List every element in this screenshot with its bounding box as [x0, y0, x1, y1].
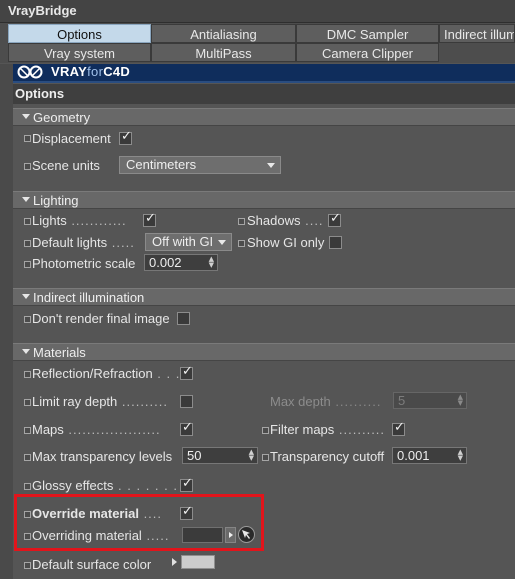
shadows-checkbox[interactable]	[328, 211, 341, 227]
window-titlebar: VrayBridge	[0, 0, 515, 23]
photometric-scale-value: 0.002	[149, 255, 182, 270]
scene-units-label: Scene units	[32, 158, 100, 173]
max-depth-label: Max depth ..........	[270, 394, 382, 409]
param-bullet-icon	[24, 218, 31, 225]
param-bullet-icon	[262, 427, 269, 434]
tab-vray-system[interactable]: Vray system	[8, 43, 151, 62]
transparency-cutoff-value: 0.001	[397, 448, 430, 463]
param-bullet-icon	[24, 135, 31, 142]
indirect-header-label: Indirect illumination	[33, 290, 145, 305]
tab-bar: Options Antialiasing DMC Sampler Indirec…	[0, 23, 515, 63]
param-bullet-icon	[262, 454, 269, 461]
vray-logo-icon	[17, 65, 43, 79]
tab-multipass[interactable]: MultiPass	[151, 43, 296, 62]
geometry-group-header[interactable]: Geometry	[13, 108, 515, 126]
transparency-cutoff-label: Transparency cutoff	[270, 449, 385, 464]
glossy-effects-checkbox[interactable]	[180, 476, 193, 492]
filter-maps-checkbox[interactable]	[392, 420, 405, 436]
collapse-arrow-icon	[22, 197, 30, 202]
transparency-cutoff-input[interactable]: 0.001 ▲ ▼	[392, 447, 467, 464]
materials-header-label: Materials	[33, 345, 86, 360]
scene-units-value: Centimeters	[126, 157, 197, 172]
indirect-group-header[interactable]: Indirect illumination	[13, 288, 515, 306]
displacement-checkbox[interactable]	[119, 129, 132, 145]
lighting-group-header[interactable]: Lighting	[13, 191, 515, 209]
displacement-label: Displacement	[32, 131, 111, 146]
lights-checkbox[interactable]	[143, 211, 156, 227]
photometric-scale-input[interactable]: 0.002 ▲ ▼	[144, 254, 218, 271]
limit-ray-depth-checkbox[interactable]	[180, 395, 193, 408]
chevron-down-icon	[267, 163, 275, 168]
max-transparency-input[interactable]: 50 ▲ ▼	[182, 447, 258, 464]
max-transparency-label: Max transparency levels	[32, 449, 173, 464]
max-depth-value: 5	[398, 393, 406, 408]
param-bullet-icon	[24, 399, 31, 406]
spinner-arrows-icon[interactable]: ▲ ▼	[249, 449, 254, 462]
dont-render-label: Don't render final image	[32, 311, 170, 326]
spinner-arrows-icon[interactable]: ▲ ▼	[458, 449, 463, 462]
default-surface-color-swatch[interactable]	[181, 555, 215, 569]
maps-label: Maps ....................	[32, 422, 161, 437]
reflection-refraction-checkbox[interactable]	[180, 364, 193, 380]
shadows-label: Shadows ....	[247, 213, 324, 228]
param-bullet-icon	[24, 454, 31, 461]
glossy-effects-label: Glossy effects . . . . . . .	[32, 478, 178, 493]
param-bullet-icon	[24, 240, 31, 247]
limit-ray-depth-label: Limit ray depth ..........	[32, 394, 168, 409]
photometric-scale-label: Photometric scale	[32, 256, 136, 271]
options-title: Options	[15, 86, 65, 101]
lights-label: Lights ............	[32, 213, 127, 228]
override-highlight-box	[14, 494, 264, 551]
param-bullet-icon	[24, 562, 31, 569]
tab-antialiasing[interactable]: Antialiasing	[151, 24, 296, 43]
tab-indirect-illumination[interactable]: Indirect illum	[439, 24, 515, 43]
scene-units-dropdown[interactable]: Centimeters	[119, 156, 281, 174]
param-bullet-icon	[24, 371, 31, 378]
param-bullet-icon	[24, 427, 31, 434]
maps-checkbox[interactable]	[180, 420, 193, 436]
collapse-arrow-icon	[22, 114, 30, 119]
reflection-refraction-label: Reflection/Refraction . . .	[32, 366, 181, 381]
vray-logo-bar: VRAYforC4D	[13, 64, 515, 83]
param-bullet-icon	[24, 316, 31, 323]
filter-maps-label: Filter maps ..........	[270, 422, 386, 437]
param-bullet-icon	[24, 261, 31, 268]
default-lights-label: Default lights .....	[32, 235, 135, 250]
vray-logo-text: VRAYforC4D	[51, 64, 131, 79]
window-title: VrayBridge	[8, 3, 77, 18]
left-strip	[0, 64, 13, 579]
param-bullet-icon	[238, 218, 245, 225]
geometry-header-label: Geometry	[33, 110, 91, 125]
tab-camera-clipper[interactable]: Camera Clipper	[296, 43, 439, 62]
tab-dmc-sampler[interactable]: DMC Sampler	[296, 24, 439, 43]
param-bullet-icon	[24, 483, 31, 490]
dont-render-checkbox[interactable]	[177, 312, 190, 325]
options-heading: Options	[13, 84, 515, 104]
tab-options[interactable]: Options	[8, 24, 151, 43]
lighting-header-label: Lighting	[33, 193, 79, 208]
collapse-arrow-icon	[22, 349, 30, 354]
color-expand-arrow-icon[interactable]	[172, 558, 177, 566]
show-gi-only-checkbox[interactable]	[329, 236, 342, 249]
param-bullet-icon	[238, 240, 245, 247]
show-gi-only-label: Show GI only	[247, 235, 325, 250]
chevron-down-icon	[218, 240, 226, 245]
materials-group-header[interactable]: Materials	[13, 343, 515, 361]
collapse-arrow-icon	[22, 294, 30, 299]
default-surface-color-label: Default surface color	[32, 557, 152, 572]
default-lights-dropdown[interactable]: Off with GI	[145, 233, 232, 251]
param-bullet-icon	[24, 163, 31, 170]
spinner-arrows-icon[interactable]: ▲ ▼	[458, 394, 463, 407]
spinner-arrows-icon[interactable]: ▲ ▼	[209, 256, 214, 269]
max-depth-input[interactable]: 5 ▲ ▼	[393, 392, 467, 409]
max-transparency-value: 50	[187, 448, 202, 463]
default-lights-value: Off with GI	[152, 234, 214, 249]
